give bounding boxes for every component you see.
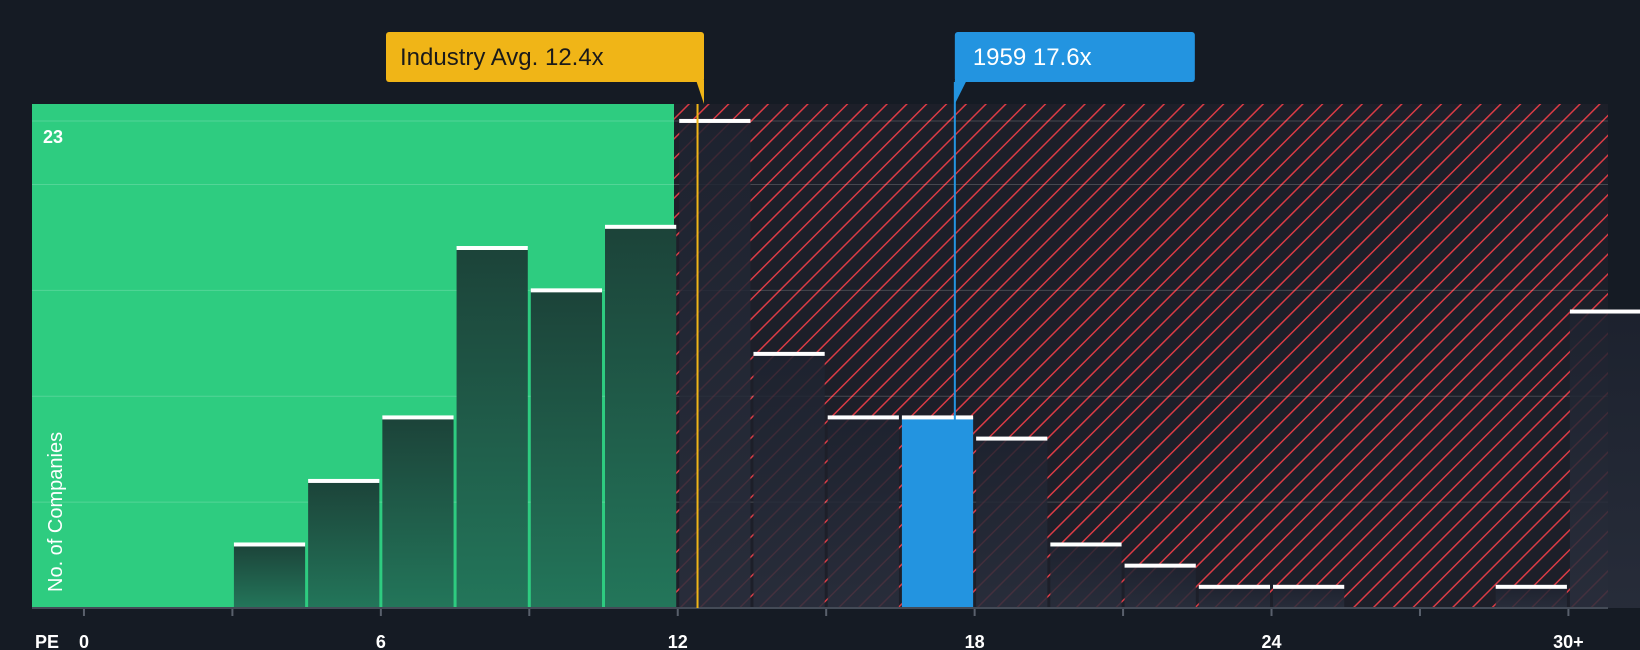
histogram-bar <box>1198 586 1271 608</box>
histogram-bar <box>1569 311 1640 608</box>
histogram-bar <box>605 226 677 608</box>
x-axis-label: PE <box>35 632 59 650</box>
histogram-bar <box>1495 586 1567 608</box>
histogram-bar-cap <box>308 478 380 483</box>
histogram-bar <box>753 353 825 608</box>
company-pe-label: 1959 17.6x <box>973 44 1092 71</box>
histogram-bar-highlighted <box>901 417 974 608</box>
histogram-bar-cap <box>1050 542 1122 547</box>
histogram-bar <box>827 417 899 608</box>
histogram-bar-cap <box>679 118 751 123</box>
histogram-bar-cap <box>605 224 677 229</box>
histogram-bar <box>382 417 454 608</box>
histogram-bar-cap <box>1198 584 1271 589</box>
histogram-bar-cap <box>1124 563 1196 568</box>
histogram-bar <box>456 248 528 608</box>
histogram-bar-cap <box>1569 309 1640 314</box>
histogram-bar-cap <box>456 246 528 250</box>
histogram-bar <box>308 480 380 608</box>
histogram-bar <box>1050 544 1122 608</box>
histogram-bar-cap <box>976 436 1048 441</box>
pe-distribution-chart: 0 6 12 18 24 30+ Industry Avg. 12.4x 1959 17.… <box>32 32 1640 650</box>
histogram-bar-cap <box>382 415 454 420</box>
histogram-bar <box>1124 565 1196 608</box>
histogram-bar-cap <box>1273 584 1345 589</box>
x-tick-label: 6 <box>376 632 386 650</box>
industry-average-label: Industry Avg. 12.4x <box>400 44 604 71</box>
company-pe-pointer <box>954 80 967 104</box>
histogram-bar <box>233 544 306 608</box>
x-tick-label: 0 <box>79 632 89 650</box>
histogram-bar-cap <box>753 351 825 356</box>
y-max-label: 23 <box>43 127 63 147</box>
histogram-bar <box>530 290 603 608</box>
histogram-bar-cap <box>827 415 899 420</box>
x-tick-label: 30+ <box>1553 632 1584 650</box>
histogram-bar <box>679 120 751 609</box>
x-axis-ticks: 0 6 12 18 24 30+ <box>79 608 1584 650</box>
histogram-bar-cap <box>901 415 974 420</box>
histogram-bar <box>1273 586 1345 608</box>
histogram-bar-cap <box>530 288 603 293</box>
x-tick-label: 12 <box>668 632 688 650</box>
y-axis-label: No. of Companies <box>45 432 67 592</box>
x-tick-label: 24 <box>1262 632 1282 650</box>
histogram-bar <box>976 438 1048 608</box>
x-tick-label: 18 <box>965 632 985 650</box>
histogram-bar-cap <box>233 542 306 547</box>
industry-average-pointer <box>696 80 704 104</box>
histogram-bar-cap <box>1495 584 1567 589</box>
